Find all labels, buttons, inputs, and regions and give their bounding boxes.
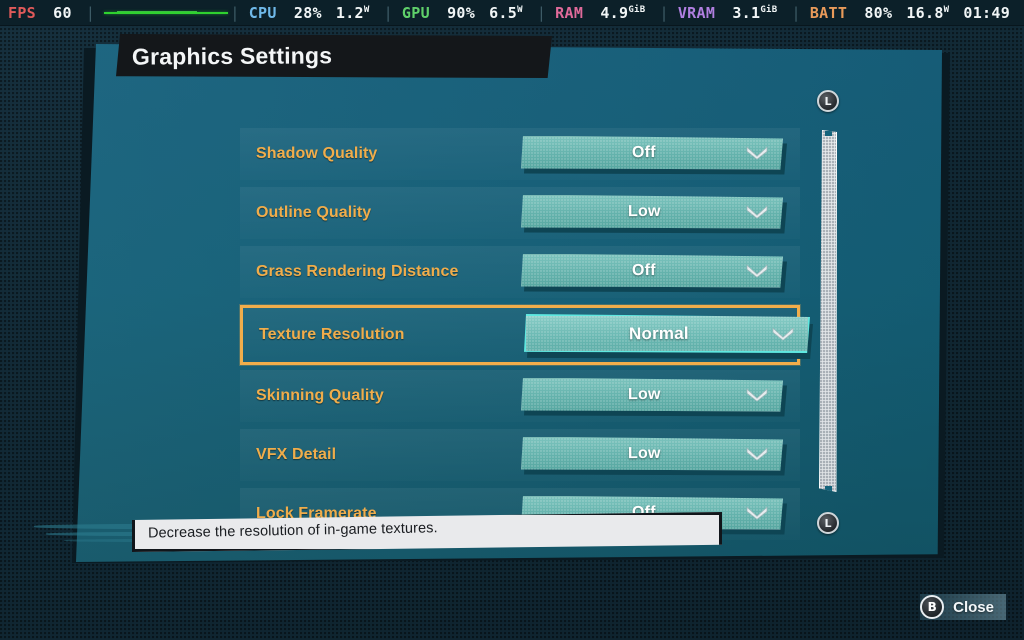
perf-value-5: 4.9GiB <box>600 3 646 22</box>
setting-dropdown[interactable]: Off <box>521 253 783 288</box>
perf-unit-4: W <box>517 4 523 15</box>
b-button-icon: B <box>920 595 945 619</box>
dropdown-value: Low <box>627 385 661 403</box>
setting-dropdown-wrap: Low <box>521 194 787 234</box>
page-title: Graphics Settings <box>131 41 333 70</box>
chevron-down-icon <box>746 145 768 159</box>
perf-value-7: 80% <box>864 3 893 22</box>
dropdown-value: Off <box>632 143 656 161</box>
setting-row-skinning-quality[interactable]: Skinning Quality Low <box>240 370 800 422</box>
perf-separator: | <box>85 3 96 22</box>
title-banner: Graphics Settings <box>116 34 552 78</box>
dropdown-value: Off <box>632 261 656 279</box>
setting-row-vfx-detail[interactable]: VFX Detail Low <box>240 429 800 481</box>
perf-separator: | <box>791 3 801 22</box>
setting-label: Skinning Quality <box>256 387 384 404</box>
perf-unit-2: W <box>363 4 370 15</box>
perf-separator: | <box>383 3 393 22</box>
setting-dropdown-wrap: Low <box>521 436 787 476</box>
perf-unit-8: W <box>943 4 950 15</box>
setting-row-texture-resolution[interactable]: Texture Resolution Normal <box>240 305 813 365</box>
setting-dropdown[interactable]: Low <box>521 377 783 412</box>
close-button-label: Close <box>953 598 994 616</box>
perf-value-3: 90% <box>447 3 476 22</box>
setting-dropdown[interactable]: Normal <box>524 314 810 353</box>
chevron-down-icon <box>772 326 794 340</box>
fps-graph-icon <box>104 6 229 20</box>
setting-row-shadow-quality[interactable]: Shadow Quality Off <box>240 128 800 180</box>
perf-value-2: 1.2W <box>335 3 370 22</box>
chevron-down-icon <box>746 263 768 277</box>
perf-label-vram: VRAM <box>677 3 716 22</box>
bottom-bumper-wrap: L <box>808 512 848 534</box>
perf-separator: | <box>230 3 240 22</box>
left-bumper-down-icon[interactable]: L <box>817 512 839 534</box>
left-bumper-up-icon[interactable]: L <box>817 90 839 112</box>
chevron-down-icon <box>746 446 768 460</box>
dropdown-value: Normal <box>629 323 689 343</box>
setting-row-grass-rendering-distance[interactable]: Grass Rendering Distance Off <box>240 246 800 298</box>
perf-label-batt: BATT <box>809 3 848 22</box>
setting-dropdown[interactable]: Off <box>521 135 783 170</box>
perf-unit-6: GiB <box>760 4 778 15</box>
setting-dropdown-wrap: Off <box>521 135 787 175</box>
perf-value-8: 16.8W <box>906 3 950 22</box>
perf-value-1: 28% <box>293 3 322 22</box>
perf-value-0: 60 <box>53 3 72 22</box>
chevron-down-icon <box>746 387 768 401</box>
setting-dropdown-wrap: Off <box>521 253 787 293</box>
chevron-down-icon <box>746 204 768 218</box>
dropdown-value: Low <box>627 444 661 462</box>
perf-label-fps: FPS <box>8 3 36 22</box>
perf-separator: | <box>536 3 547 22</box>
setting-dropdown-wrap: Normal <box>524 314 813 359</box>
settings-list: Shadow Quality Off Outline Quality Low Grass… <box>240 128 813 547</box>
perf-separator: | <box>659 3 669 22</box>
close-button[interactable]: B Close <box>920 594 1006 620</box>
setting-dropdown[interactable]: Low <box>521 194 783 229</box>
chevron-down-icon <box>746 505 768 519</box>
dropdown-value: Low <box>627 202 661 220</box>
setting-label: Shadow Quality <box>256 145 378 162</box>
setting-label: Texture Resolution <box>259 326 405 343</box>
setting-dropdown[interactable]: Low <box>521 436 783 471</box>
perf-label-cpu: CPU <box>248 3 277 22</box>
setting-label: VFX Detail <box>256 446 337 463</box>
performance-overlay-bar: FPS 60 | | CPU 28% 1.2W | GPU 90% 6.5W | RAM 4.9GiB | V… <box>0 0 1024 26</box>
perf-value-6: 3.1GiB <box>732 3 778 22</box>
scrollbar-column[interactable]: L L <box>808 90 848 540</box>
setting-dropdown-wrap: Low <box>521 377 787 417</box>
tooltip-text: Decrease the resolution of in-game textu… <box>147 520 438 542</box>
perf-value-9: 01:49 <box>963 3 1011 22</box>
perf-label-ram: RAM <box>555 3 584 22</box>
perf-label-gpu: GPU <box>401 3 430 22</box>
setting-row-outline-quality[interactable]: Outline Quality Low <box>240 187 800 239</box>
perf-value-4: 6.5W <box>489 3 523 22</box>
perf-unit-5: GiB <box>628 4 646 15</box>
setting-label: Outline Quality <box>256 204 372 221</box>
setting-label: Grass Rendering Distance <box>256 263 459 280</box>
game-settings-screen: FPS 60 | | CPU 28% 1.2W | GPU 90% 6.5W | RAM 4.9GiB | V… <box>0 0 1024 640</box>
scrollbar-track[interactable] <box>819 130 837 492</box>
